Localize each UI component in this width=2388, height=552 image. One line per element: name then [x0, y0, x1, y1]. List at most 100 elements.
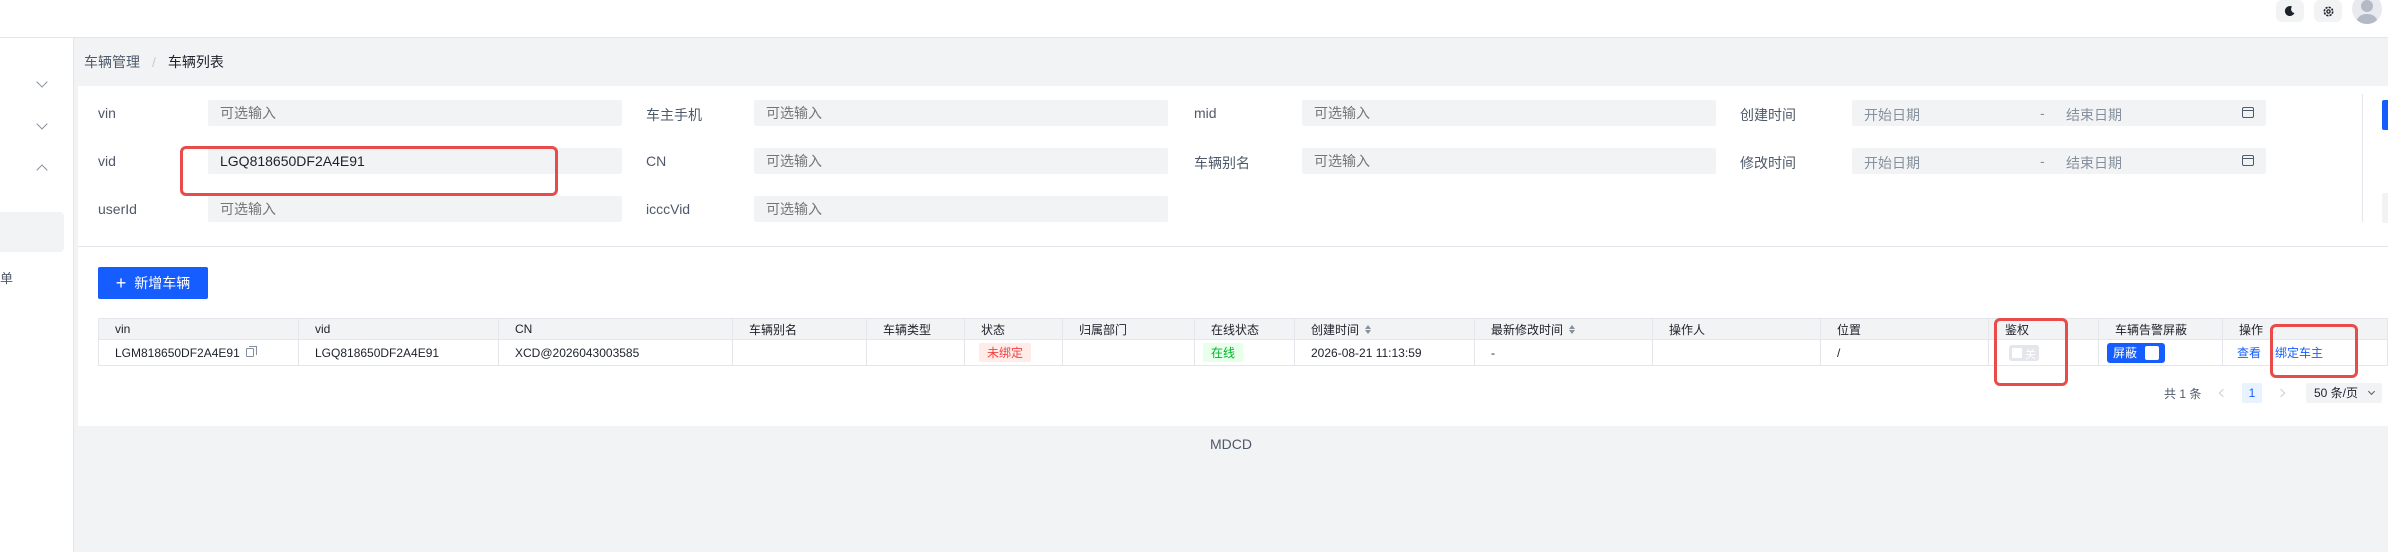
column-header: vid — [299, 319, 499, 339]
sidebar-group-1[interactable] — [0, 64, 74, 104]
theme-toggle-button[interactable] — [2276, 0, 2304, 22]
filter-panel: vin 车主手机 mid 创建时间 开始日期 - 结束日期 vid CN 车辆别… — [78, 86, 2388, 246]
page-size-select[interactable]: 50 条/页 — [2306, 383, 2382, 403]
vin-input[interactable] — [208, 100, 622, 126]
cell-actions: 查看 绑定车主 — [2223, 340, 2388, 365]
auth-switch-label: 关 — [2025, 348, 2036, 361]
table-header: vin vid CN 车辆别名 车辆类型 状态 归属部门 在线状态 创建时间 最… — [98, 318, 2388, 340]
modified-time-range[interactable]: 开始日期 - 结束日期 — [1852, 148, 2266, 174]
vehicle-alias-input[interactable] — [1302, 148, 1716, 174]
cell-online: 在线 — [1195, 340, 1295, 365]
column-header: 车辆类型 — [867, 319, 965, 339]
column-header-label: 最新修改时间 — [1491, 322, 1564, 337]
calendar-icon — [2242, 155, 2254, 166]
sidebar-group-3[interactable] — [0, 148, 74, 188]
status-badge: 未绑定 — [979, 343, 1032, 362]
breadcrumb-current: 车辆列表 — [167, 54, 224, 70]
owner-phone-input[interactable] — [754, 100, 1168, 126]
mid-label: mid — [1194, 105, 1217, 121]
chevron-down-icon — [2367, 387, 2376, 396]
vehicle-alias-label: 车辆别名 — [1194, 155, 1250, 171]
alarm-shield-switch[interactable]: 屏蔽 — [2107, 342, 2166, 363]
cn-label: CN — [646, 153, 667, 169]
icccvid-label: icccVid — [646, 201, 691, 217]
created-time-range[interactable]: 开始日期 - 结束日期 — [1852, 100, 2266, 126]
modified-start-placeholder: 开始日期 — [1864, 155, 1920, 171]
icccvid-input[interactable] — [754, 196, 1168, 222]
owner-phone-label: 车主手机 — [646, 107, 702, 123]
cell-vin: LGM818650DF2A4E91 — [99, 340, 299, 365]
auth-switch[interactable]: 关 — [2009, 344, 2039, 361]
created-start-placeholder: 开始日期 — [1864, 107, 1920, 123]
calendar-icon — [2242, 107, 2254, 118]
add-vehicle-button[interactable]: + 新增车辆 — [98, 267, 208, 299]
footer: MDCD — [1210, 436, 1252, 452]
reset-button[interactable]: 重置 — [2382, 193, 2388, 223]
divider — [2362, 94, 2363, 222]
cell-type — [867, 340, 965, 365]
alarm-shield-label: 屏蔽 — [2113, 346, 2138, 360]
sort-icon[interactable] — [1365, 325, 1371, 334]
cell-vid: LGQ818650DF2A4E91 — [299, 340, 499, 365]
vid-input[interactable] — [208, 148, 622, 174]
page-number[interactable]: 1 — [2242, 383, 2262, 403]
prev-page-icon[interactable] — [2218, 388, 2228, 398]
cell-modified: - — [1475, 340, 1653, 365]
column-header: 操作人 — [1653, 319, 1821, 339]
cell-alarm-shield: 屏蔽 — [2099, 340, 2223, 365]
cell-alias — [733, 340, 867, 365]
next-page-icon[interactable] — [2276, 388, 2286, 398]
table-row: LGM818650DF2A4E91 LGQ818650DF2A4E91 XCD@… — [98, 340, 2388, 366]
plus-icon: + — [115, 273, 127, 293]
column-header: 车辆别名 — [733, 319, 867, 339]
chevron-down-icon — [36, 118, 48, 130]
cell-auth: 关 — [1989, 340, 2099, 365]
mid-input[interactable] — [1302, 100, 1716, 126]
date-separator: - — [2040, 153, 2045, 169]
column-header: 状态 — [965, 319, 1063, 339]
column-header-sortable[interactable]: 最新修改时间 — [1475, 319, 1653, 339]
column-header: 归属部门 — [1063, 319, 1195, 339]
avatar[interactable] — [2352, 0, 2382, 24]
sidebar-group-2[interactable] — [0, 106, 74, 146]
vid-label: vid — [98, 153, 116, 169]
breadcrumb-parent[interactable]: 车辆管理 — [84, 54, 140, 70]
cell-operator — [1653, 340, 1821, 365]
column-header: vin — [99, 319, 299, 339]
bind-owner-link[interactable]: 绑定车主 — [2275, 344, 2323, 361]
online-badge: 在线 — [1203, 343, 1244, 362]
moon-icon — [2284, 6, 2295, 17]
cell-created: 2026-08-21 11:13:59 — [1295, 340, 1475, 365]
sort-icon[interactable] — [1569, 325, 1575, 334]
breadcrumb: 车辆管理 / 车辆列表 — [84, 52, 224, 72]
chevron-up-icon — [36, 164, 48, 176]
page-size-value: 50 条/页 — [2314, 386, 2359, 400]
top-bar — [0, 0, 2388, 38]
switch-knob — [2012, 347, 2022, 358]
cell-status: 未绑定 — [965, 340, 1063, 365]
switch-knob — [2145, 345, 2160, 360]
settings-button[interactable] — [2314, 0, 2342, 22]
column-header: 车辆告警屏蔽 — [2099, 319, 2223, 339]
modified-end-placeholder: 结束日期 — [2066, 155, 2122, 171]
sidebar-item-label[interactable]: 单 — [0, 268, 13, 287]
column-header: 位置 — [1821, 319, 1989, 339]
sidebar: 单 — [0, 38, 74, 552]
copy-icon[interactable] — [245, 346, 257, 357]
column-header-label: 创建时间 — [1311, 322, 1360, 337]
query-button[interactable]: 查询 — [2382, 100, 2388, 130]
cn-input[interactable] — [754, 148, 1168, 174]
cell-cn: XCD@2026043003585 — [499, 340, 733, 365]
vin-value: LGM818650DF2A4E91 — [115, 345, 240, 360]
column-header: 在线状态 — [1195, 319, 1295, 339]
created-end-placeholder: 结束日期 — [2066, 107, 2122, 123]
sidebar-item-active[interactable] — [0, 212, 64, 252]
gear-icon — [2323, 6, 2333, 16]
column-header-sortable[interactable]: 创建时间 — [1295, 319, 1475, 339]
vehicle-list-panel: + 新增车辆 vin vid CN 车辆别名 车辆类型 状态 归属部门 在线状态… — [78, 246, 2388, 426]
column-header: CN — [499, 319, 733, 339]
column-header: 鉴权 — [1989, 319, 2099, 339]
view-link[interactable]: 查看 — [2237, 344, 2261, 361]
modified-time-label: 修改时间 — [1740, 155, 1796, 171]
userid-input[interactable] — [208, 196, 622, 222]
